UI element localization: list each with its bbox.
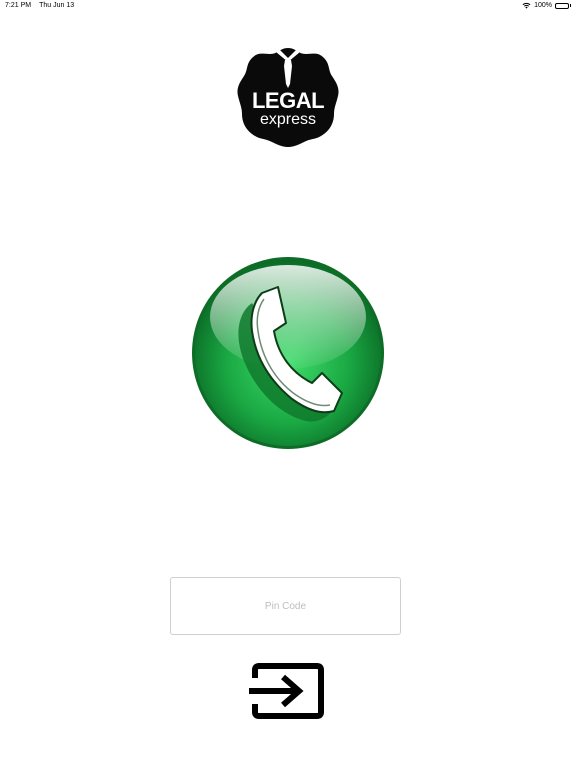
logo-line-legal: LEGAL: [251, 88, 325, 113]
call-button[interactable]: [190, 255, 386, 451]
logo-line-express: express: [259, 111, 317, 128]
phone-handset-icon: [192, 257, 384, 449]
status-time: 7:21 PM: [5, 2, 32, 9]
battery-percent: 100%: [534, 2, 552, 9]
status-bar: 7:21 PM Thu Jun 13 100%: [0, 0, 576, 12]
app-logo: LEGAL express: [236, 46, 340, 148]
login-button[interactable]: [247, 662, 325, 720]
battery-icon: [555, 2, 571, 9]
pin-code-field-wrapper: [170, 577, 401, 635]
wifi-icon: [522, 2, 531, 9]
status-left: 7:21 PM Thu Jun 13: [5, 2, 74, 9]
status-date: Thu Jun 13: [39, 2, 75, 9]
sign-in-arrow-icon: [249, 663, 324, 719]
pin-code-input[interactable]: [170, 577, 401, 635]
status-right: 100%: [522, 2, 571, 9]
